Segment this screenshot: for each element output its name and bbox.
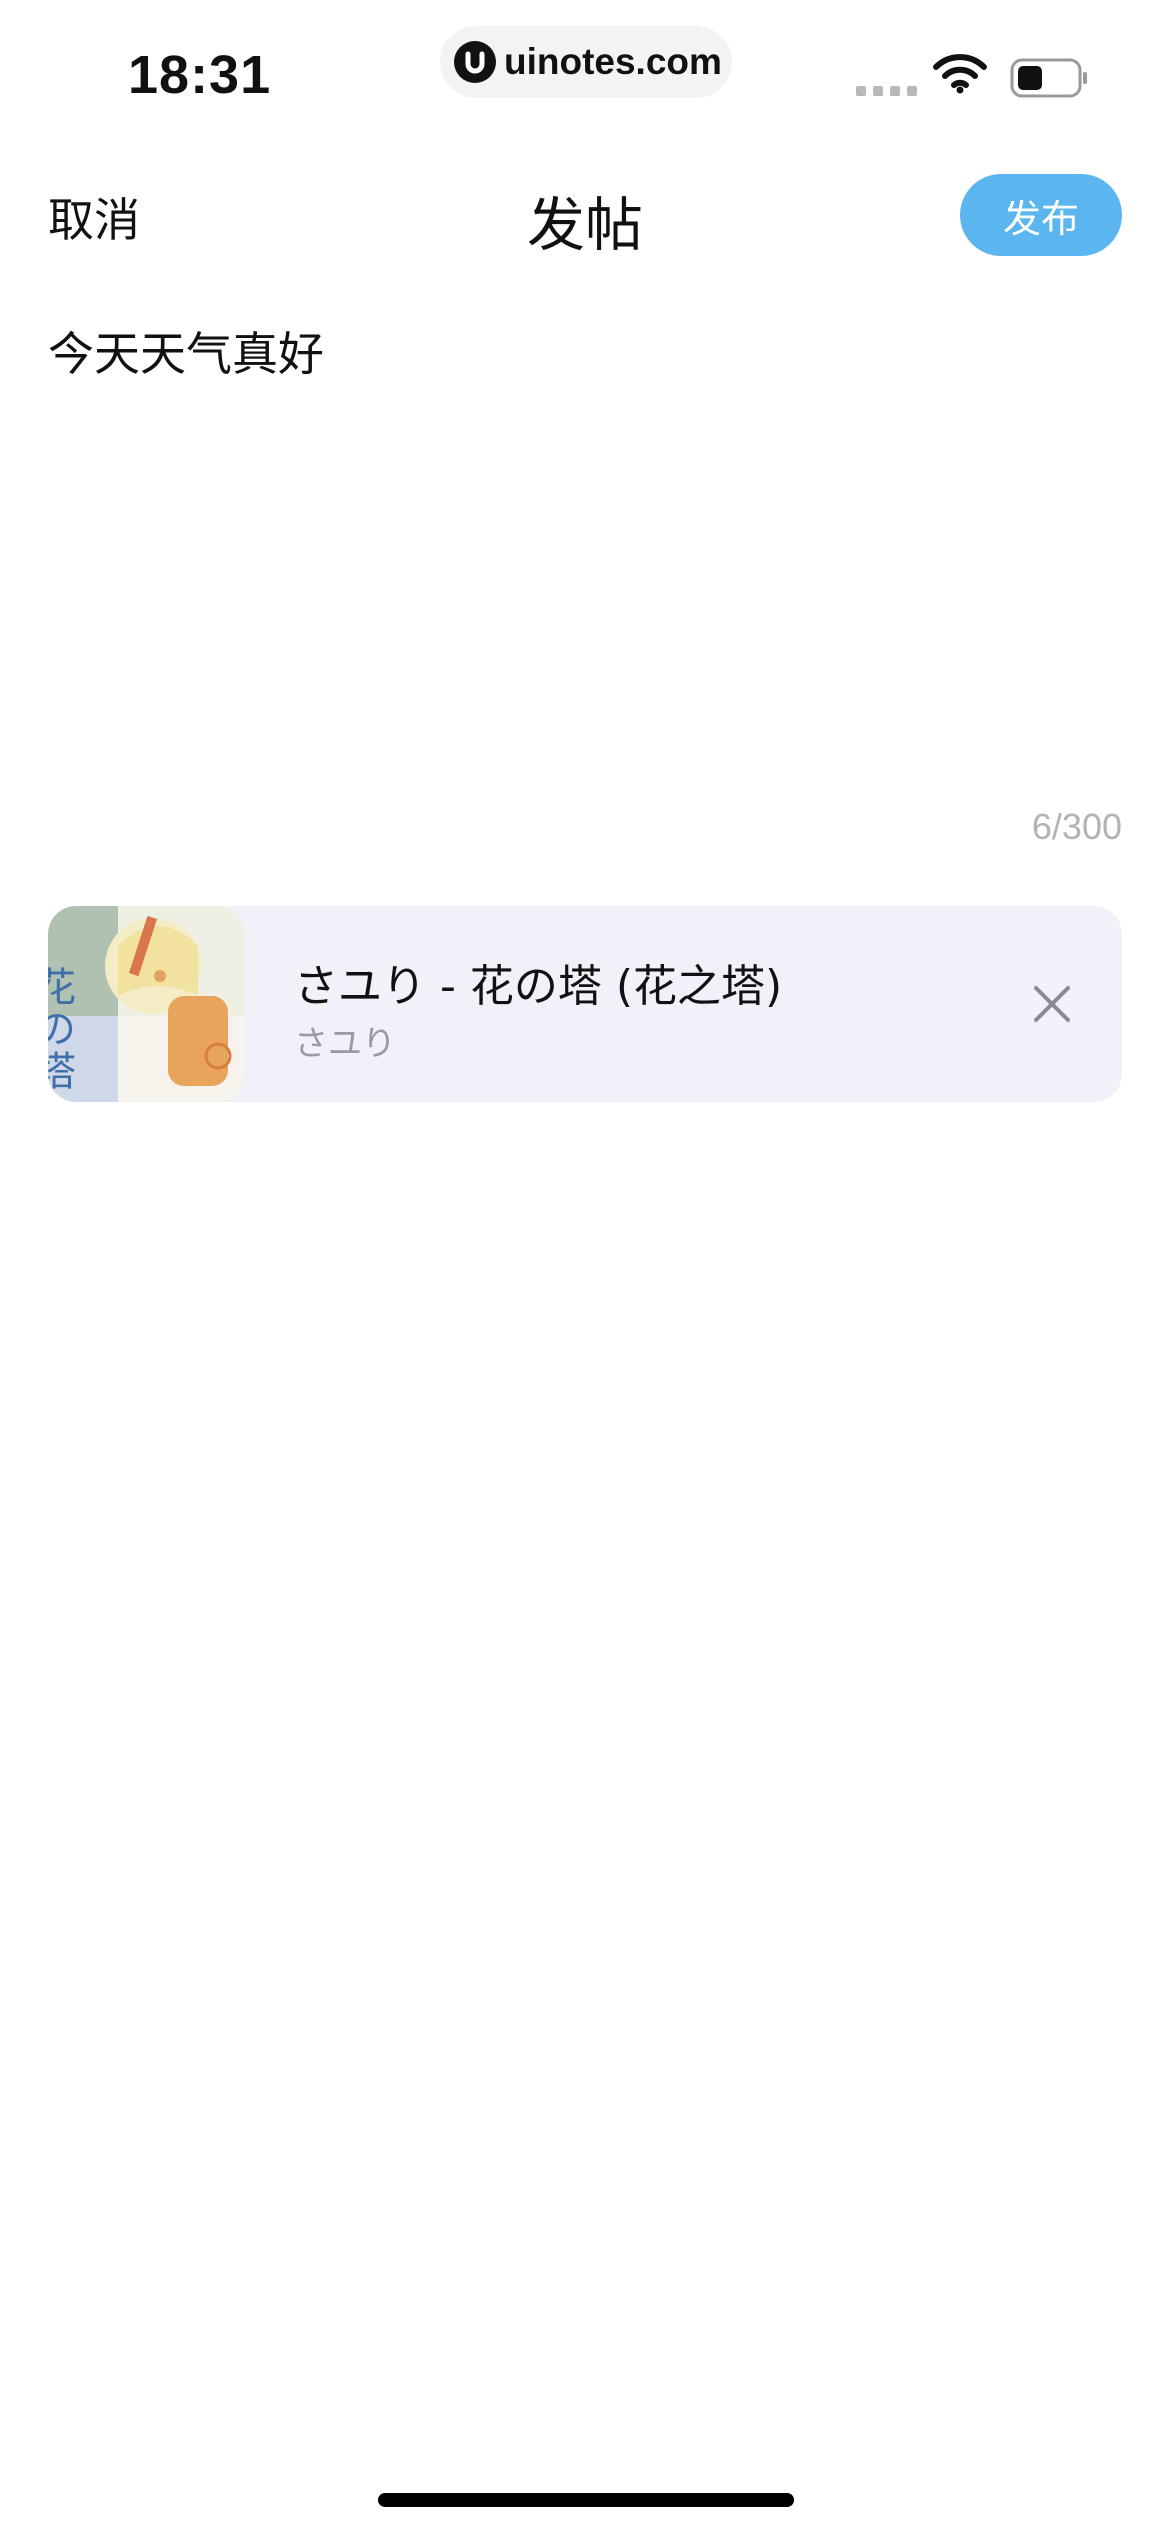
music-attachment-card[interactable]: 花の塔 さユり - 花の塔 (花之塔) さユり: [48, 906, 1122, 1102]
post-text-input[interactable]: 今天天气真好: [48, 318, 324, 384]
battery-icon: [1010, 58, 1087, 98]
album-art: 花の塔: [48, 906, 244, 1102]
url-text: uinotes.com: [504, 41, 722, 82]
song-title: さユり - 花の塔 (花之塔): [294, 961, 783, 1012]
home-indicator: [378, 2493, 794, 2507]
url-pill[interactable]: uinotes.com: [440, 26, 732, 98]
cellular-signal-icon: [856, 86, 917, 96]
album-art-title: 花の塔: [48, 966, 75, 1092]
song-artist: さユり: [294, 1024, 396, 1064]
publish-button[interactable]: 发布: [960, 174, 1122, 256]
status-time: 18:31: [128, 45, 272, 105]
char-count: 6/300: [1031, 806, 1122, 847]
uinotes-logo-icon: [454, 41, 496, 83]
wifi-icon: [933, 54, 987, 94]
remove-music-close-icon[interactable]: [1026, 978, 1078, 1030]
